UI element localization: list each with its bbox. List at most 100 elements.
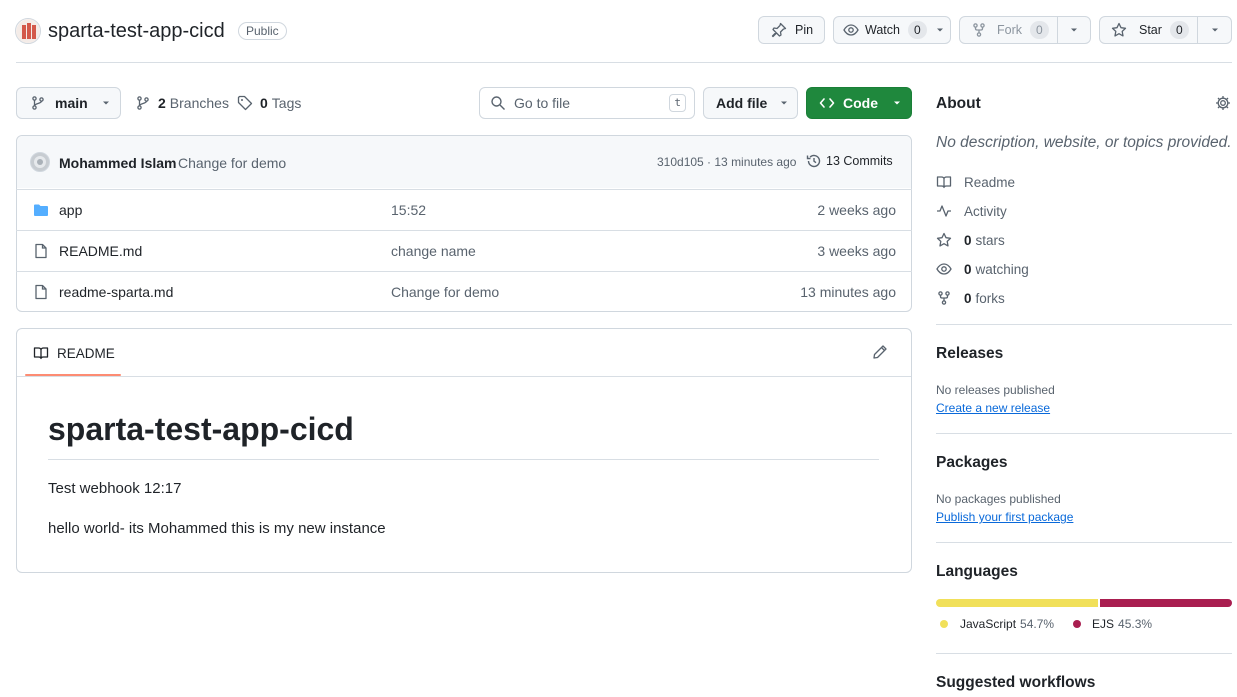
- readme-paragraph: Test webhook 12:17: [48, 480, 182, 497]
- file-row-app[interactable]: app 15:52 2 weeks ago: [16, 189, 912, 230]
- repo-avatar[interactable]: [15, 18, 41, 44]
- forks-link[interactable]: 0 forks: [936, 290, 1005, 306]
- search-icon: [491, 96, 505, 110]
- readme-link-label: Readme: [964, 174, 1016, 190]
- about-heading: About: [936, 95, 981, 112]
- fork-dropdown-button[interactable]: [1057, 16, 1091, 44]
- publish-package-link[interactable]: Publish your first package: [936, 510, 1073, 524]
- chevron-down-icon: [936, 28, 943, 32]
- star-count: 0: [1169, 21, 1189, 39]
- suggested-workflows-heading: Suggested workflows: [936, 674, 1096, 691]
- branches-count: 2: [158, 95, 166, 111]
- packages-heading[interactable]: Packages: [936, 454, 1008, 472]
- language-percent: 54.7%: [1020, 617, 1055, 631]
- branch-selector[interactable]: main: [16, 87, 121, 119]
- pencil-icon: [873, 345, 887, 359]
- file-commit-message[interactable]: Change for demo: [391, 284, 499, 300]
- commit-meta[interactable]: 310d105 · 13 minutes ago: [657, 155, 796, 169]
- language-item-ejs[interactable]: EJS 45.3%: [1073, 617, 1152, 631]
- chevron-down-icon: [102, 101, 109, 105]
- forks-count: 0: [964, 290, 972, 306]
- sidebar-divider: [936, 324, 1232, 325]
- branches-link[interactable]: 2 Branches: [135, 95, 229, 111]
- readme-paragraph: hello world- its Mohammed this is my new…: [48, 520, 386, 537]
- file-icon: [35, 284, 47, 300]
- edit-readme-button[interactable]: [872, 344, 888, 360]
- file-commit-message[interactable]: 15:52: [391, 202, 426, 218]
- visibility-badge: Public: [238, 22, 287, 40]
- readme-tab[interactable]: README: [33, 345, 115, 361]
- search-shortcut-key: t: [669, 94, 686, 112]
- create-release-link[interactable]: Create a new release: [936, 401, 1050, 415]
- sidebar-divider: [936, 542, 1232, 543]
- language-color-dot: [1073, 620, 1081, 628]
- eye-icon: [843, 24, 859, 36]
- releases-heading[interactable]: Releases: [936, 345, 1003, 363]
- watching-label: watching: [975, 261, 1029, 277]
- tags-count: 0: [260, 95, 268, 111]
- book-icon: [936, 176, 952, 189]
- fork-icon: [973, 23, 985, 37]
- languages-heading: Languages: [936, 563, 1018, 580]
- language-name: JavaScript: [960, 617, 1017, 631]
- code-icon: [819, 98, 835, 108]
- github-avatar-icon: [34, 156, 46, 168]
- commit-author-avatar[interactable]: [30, 152, 50, 172]
- stars-label: stars: [975, 232, 1005, 248]
- chevron-down-icon: [1211, 28, 1218, 32]
- language-name: EJS: [1092, 617, 1115, 631]
- sidebar-divider: [936, 433, 1232, 434]
- file-updated-time: 3 weeks ago: [817, 243, 896, 259]
- watch-label: Watch: [865, 23, 900, 37]
- file-commit-message[interactable]: change name: [391, 243, 476, 259]
- file-name[interactable]: app: [59, 202, 82, 218]
- star-icon: [1111, 22, 1127, 37]
- fork-label: Fork: [997, 23, 1022, 37]
- language-item-javascript[interactable]: JavaScript 54.7%: [940, 617, 1054, 631]
- fork-button[interactable]: Fork 0: [959, 16, 1058, 44]
- go-to-file-search[interactable]: Go to file t: [479, 87, 695, 119]
- file-row-readme[interactable]: README.md change name 3 weeks ago: [16, 230, 912, 271]
- readme-title: sparta-test-app-cicd: [48, 411, 354, 447]
- code-button[interactable]: Code: [806, 87, 912, 119]
- history-icon: [806, 154, 821, 168]
- commits-link[interactable]: 13 Commits: [806, 153, 893, 169]
- star-button[interactable]: Star 0: [1099, 16, 1198, 44]
- file-name[interactable]: README.md: [59, 243, 142, 259]
- star-label: Star: [1139, 23, 1162, 37]
- pin-icon: [771, 22, 787, 38]
- tag-icon: [237, 95, 253, 111]
- readme-header-divider: [17, 376, 911, 377]
- add-file-button[interactable]: Add file: [703, 87, 798, 119]
- about-settings-button[interactable]: [1215, 95, 1231, 111]
- add-file-label: Add file: [716, 95, 768, 111]
- activity-link[interactable]: Activity: [936, 203, 1007, 219]
- stars-link[interactable]: 0 stars: [936, 232, 1005, 248]
- stars-count: 0: [964, 232, 972, 248]
- pin-label: Pin: [795, 23, 814, 37]
- about-description: No description, website, or topics provi…: [936, 134, 1232, 151]
- tags-label: Tags: [271, 95, 302, 111]
- watch-count: 0: [907, 21, 927, 39]
- chevron-down-icon: [1071, 28, 1077, 32]
- file-row-readme-sparta[interactable]: readme-sparta.md Change for demo 13 minu…: [16, 271, 912, 312]
- forks-label: forks: [975, 290, 1005, 306]
- search-input-placeholder: Go to file: [514, 95, 571, 111]
- watching-link[interactable]: 0 watching: [936, 261, 1029, 277]
- watch-button[interactable]: Watch 0: [833, 16, 951, 44]
- commit-author[interactable]: Mohammed Islam: [59, 155, 176, 171]
- tags-link[interactable]: 0 Tags: [237, 95, 301, 111]
- header-divider: [16, 62, 1232, 63]
- chevron-down-icon: [894, 101, 900, 105]
- star-icon: [936, 232, 952, 247]
- language-color-dot: [940, 620, 948, 628]
- packages-empty-text: No packages published: [936, 492, 1061, 506]
- repo-avatar-icon: [16, 19, 40, 43]
- star-dropdown-button[interactable]: [1197, 16, 1232, 44]
- commit-message[interactable]: Change for demo: [178, 155, 286, 171]
- repo-name[interactable]: sparta-test-app-cicd: [48, 20, 225, 43]
- readme-link[interactable]: Readme: [936, 174, 1015, 190]
- chevron-down-icon: [781, 101, 788, 105]
- file-name[interactable]: readme-sparta.md: [59, 284, 173, 300]
- pin-button[interactable]: Pin: [758, 16, 825, 44]
